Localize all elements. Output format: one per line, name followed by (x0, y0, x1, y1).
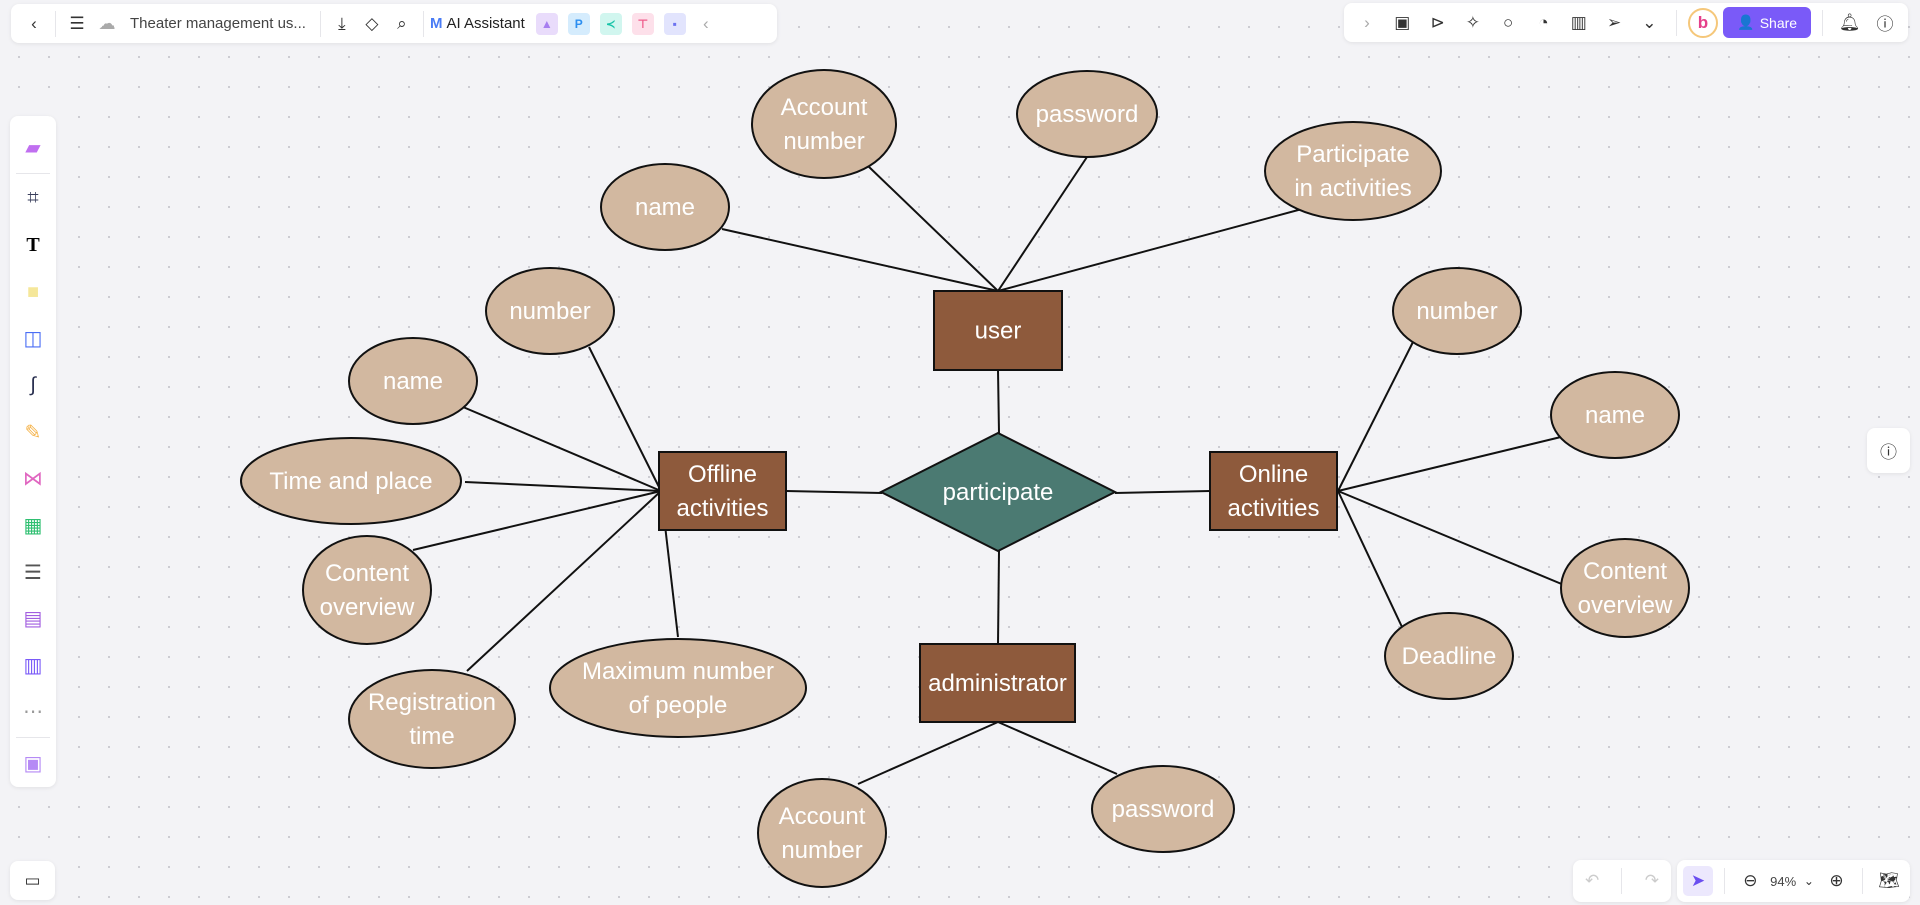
top-left-toolbar: ‹ ☰ ☁ Theater management us... ⤓ ◇ ⌕ M AI… (11, 4, 777, 43)
document-title[interactable]: Theater management us... (130, 15, 306, 32)
search-icon[interactable]: ⌕ (387, 9, 417, 39)
zoom-level[interactable]: 94% (1770, 874, 1796, 889)
more-tools-icon[interactable]: ⋯ (15, 695, 51, 730)
left-tool-sidebar: ▰ ⌗ T ■ ◫ ∫ ✎ ⋈ ▦ ☰ ▤ ▥ ⋯ ▣ (10, 116, 56, 787)
share-label: Share (1759, 14, 1798, 31)
entity-label: administrator (928, 670, 1067, 697)
timer-icon[interactable]: ◔ (1528, 8, 1558, 38)
attribute-ellipse[interactable] (348, 669, 516, 769)
celebrate-icon[interactable]: ✧ (1458, 8, 1488, 38)
ai-assistant-label: AI Assistant (446, 15, 525, 32)
attribute-link[interactable] (857, 721, 999, 785)
relationship-link[interactable] (997, 550, 1000, 645)
text-icon[interactable]: T (15, 228, 51, 263)
info-button[interactable]: ⓘ (1867, 428, 1910, 473)
attribute-ellipse[interactable] (549, 638, 807, 738)
mindmap-icon[interactable]: ⋈ (15, 461, 51, 496)
attribute-link[interactable] (997, 721, 1118, 775)
sticky-note-icon[interactable]: ■ (15, 275, 51, 310)
er-diagram[interactable]: Account numberpasswordParticipate in activ… (0, 0, 1920, 905)
frame-icon[interactable]: ⌗ (15, 182, 51, 217)
zoom-dropdown-icon[interactable]: ⌄ (1801, 866, 1817, 896)
collapse-icon[interactable]: ‹ (691, 9, 721, 39)
avatar[interactable]: b (1687, 7, 1718, 38)
relationship-label: participate (943, 479, 1054, 506)
attribute-label: name (635, 194, 695, 221)
attribute-ellipse[interactable] (1560, 538, 1690, 638)
attribute-ellipse[interactable] (757, 778, 887, 888)
laser-icon[interactable]: ➢ (1599, 8, 1629, 38)
top-right-toolbar: › ▣ ⊳ ✧ ○ ◔ ▥ ➢ ⌄ b 👤 Share 🔔︎ ⓘ (1344, 3, 1908, 42)
expand-icon[interactable]: › (1352, 8, 1382, 38)
attribute-link[interactable] (462, 406, 662, 492)
attribute-link[interactable] (1337, 341, 1414, 492)
attribute-link[interactable] (1337, 435, 1566, 492)
plugins-icon[interactable]: ▣ (15, 746, 51, 781)
attribute-link[interactable] (588, 346, 662, 492)
relationship-link[interactable] (1114, 490, 1211, 494)
attribute-link[interactable] (1337, 490, 1403, 628)
present-icon[interactable]: ⊳ (1423, 8, 1453, 38)
connector-icon[interactable]: ∫ (15, 368, 51, 403)
relationship-link[interactable] (785, 490, 883, 494)
attribute-label: number (509, 298, 590, 325)
entity-label: user (975, 318, 1022, 345)
comment-icon[interactable]: ○ (1493, 8, 1523, 38)
attribute-label: password (1112, 796, 1215, 823)
attribute-link[interactable] (464, 481, 662, 492)
templates-icon[interactable]: ▰ (15, 130, 51, 165)
vote-icon[interactable]: ▥ (1564, 8, 1594, 38)
zoom-out-icon[interactable]: ⊖ (1735, 866, 1765, 896)
table-icon[interactable]: ▦ (15, 508, 51, 543)
attribute-ellipse[interactable] (302, 535, 432, 645)
map-pin-card-icon: ▭ (24, 870, 41, 890)
zoom-panel: ➤ ⊖ 94% ⌄ ⊕ 🗺︎ (1677, 860, 1910, 902)
share-button[interactable]: 👤 Share (1723, 7, 1812, 38)
flow-app-icon[interactable]: ⊤ (631, 12, 654, 35)
more-icon[interactable]: ⌄ (1634, 8, 1664, 38)
map-icon[interactable]: 🗺︎ (1874, 866, 1904, 896)
undo-icon[interactable]: ↶ (1577, 866, 1607, 896)
image-gen-app-icon[interactable]: ▲ (535, 12, 558, 35)
mindmap-app-icon[interactable]: ≺ (599, 12, 622, 35)
download-icon[interactable]: ⤓ (327, 9, 357, 39)
attribute-label: number (1416, 298, 1497, 325)
help-icon[interactable]: ⓘ (1870, 8, 1900, 38)
cards-icon[interactable]: ▤ (15, 601, 51, 636)
attribute-label: name (383, 368, 443, 395)
back-icon[interactable]: ‹ (19, 9, 49, 39)
undo-redo-panel: ↶ ↷ (1573, 860, 1671, 902)
ai-assistant-button[interactable]: M AI Assistant (430, 15, 525, 32)
lock-file-icon[interactable]: ▣ (1387, 8, 1417, 38)
tag-icon[interactable]: ◇ (357, 9, 387, 39)
attribute-label: Time and place (269, 468, 432, 495)
bell-icon[interactable]: 🔔︎ (1835, 8, 1865, 38)
user-add-icon: 👤 (1737, 14, 1755, 30)
p-app-icon[interactable]: P (567, 12, 590, 35)
attribute-link[interactable] (866, 164, 999, 292)
menu-icon[interactable]: ☰ (62, 9, 92, 39)
zoom-in-icon[interactable]: ⊕ (1822, 866, 1852, 896)
relationship-link[interactable] (997, 369, 1000, 434)
chat-app-icon[interactable]: ▪ (663, 12, 686, 35)
redo-icon[interactable]: ↷ (1637, 866, 1667, 896)
attribute-label: name (1585, 402, 1645, 429)
shapes-icon[interactable]: ◫ (15, 322, 51, 357)
select-cursor-icon[interactable]: ➤ (1683, 866, 1713, 896)
attribute-link[interactable] (1337, 490, 1565, 586)
ai-logo-icon: M (429, 15, 443, 32)
cloud-sync-icon: ☁ (98, 13, 116, 33)
attribute-label: password (1036, 101, 1139, 128)
attribute-link[interactable] (721, 228, 999, 292)
attribute-label: Deadline (1402, 643, 1497, 670)
attribute-ellipse[interactable] (751, 69, 897, 179)
attribute-ellipse[interactable] (1264, 121, 1442, 221)
kanban-icon[interactable]: ▥ (15, 648, 51, 683)
text-doc-icon[interactable]: ☰ (15, 555, 51, 590)
pen-icon[interactable]: ✎ (15, 415, 51, 450)
info-icon: ⓘ (1880, 443, 1897, 462)
minimap-toggle-button[interactable]: ▭ (10, 861, 55, 900)
